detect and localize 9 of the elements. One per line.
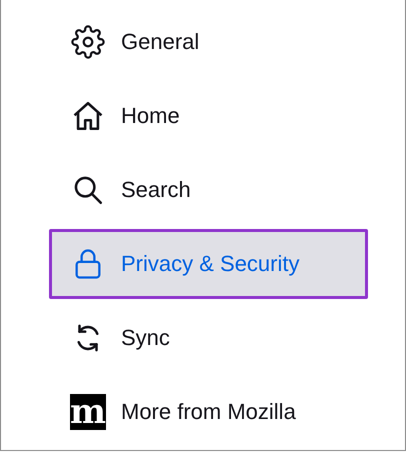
sidebar-item[interactable]: General xyxy=(49,7,368,77)
sidebar-item[interactable]: Search xyxy=(49,155,368,225)
sidebar-item[interactable]: Home xyxy=(49,81,368,151)
sidebar-item[interactable]: m More from Mozilla xyxy=(49,377,368,447)
mozilla-logo: m xyxy=(70,394,106,430)
settings-icon xyxy=(71,25,105,59)
home-icon xyxy=(71,99,105,133)
sidebar-item[interactable]: Sync xyxy=(49,303,368,373)
sidebar-item[interactable]: Privacy & Security xyxy=(49,229,368,299)
